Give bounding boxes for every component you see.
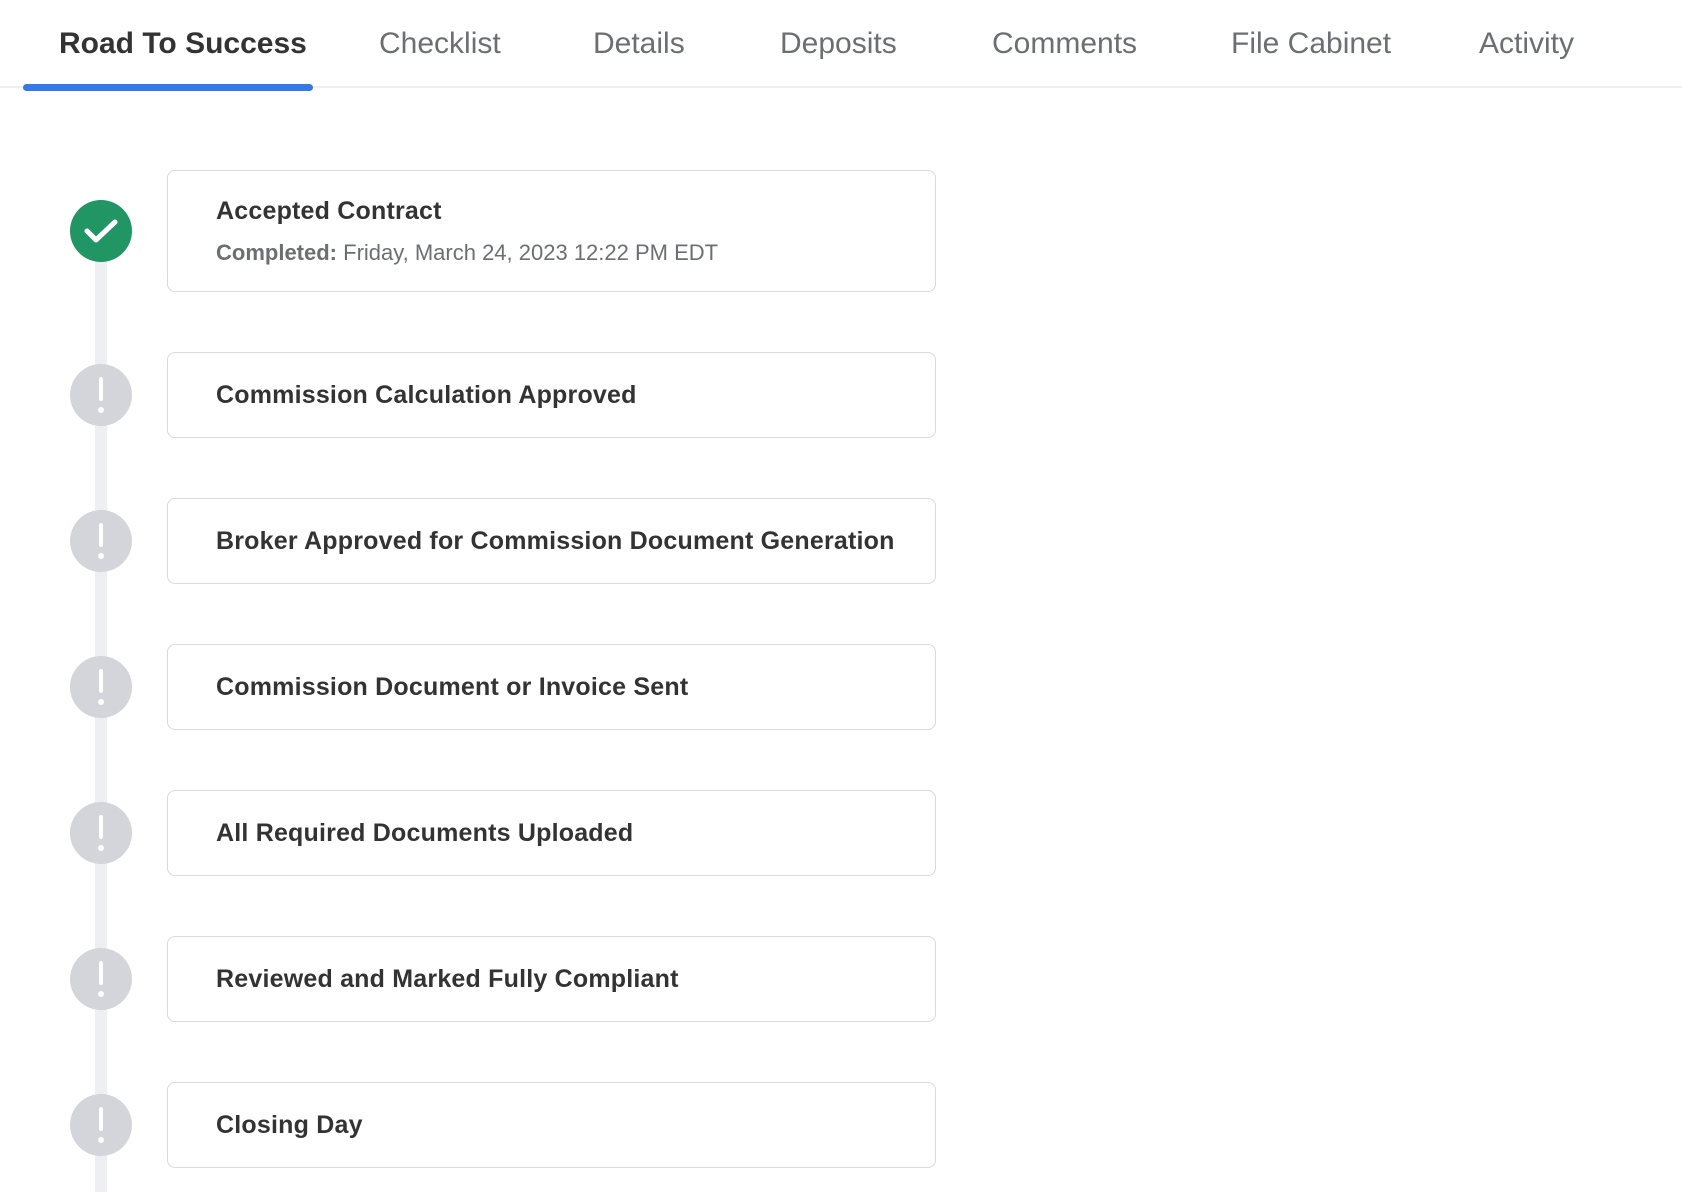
- tab-comments[interactable]: Comments: [992, 0, 1137, 88]
- step-title: Commission Calculation Approved: [216, 380, 637, 409]
- tab-details[interactable]: Details: [593, 0, 685, 88]
- step-card-closing-day[interactable]: Closing Day: [167, 1082, 936, 1168]
- step-title: Broker Approved for Commission Document …: [216, 526, 895, 555]
- exclamation-icon: [70, 1094, 132, 1156]
- step-card-all-documents-uploaded[interactable]: All Required Documents Uploaded: [167, 790, 936, 876]
- tab-file-cabinet[interactable]: File Cabinet: [1231, 0, 1391, 88]
- completed-label: Completed:: [216, 239, 337, 265]
- step-card-fully-compliant[interactable]: Reviewed and Marked Fully Compliant: [167, 936, 936, 1022]
- step-completed-date: Completed: Friday, March 24, 2023 12:22 …: [216, 240, 935, 266]
- step-title: Closing Day: [216, 1110, 363, 1139]
- tab-bar: Road To Success Checklist Details Deposi…: [0, 0, 1682, 91]
- step-card-commission-document-sent[interactable]: Commission Document or Invoice Sent: [167, 644, 936, 730]
- exclamation-icon: [70, 364, 132, 426]
- completed-value: Friday, March 24, 2023 12:22 PM EDT: [343, 239, 719, 265]
- check-icon: [70, 200, 132, 262]
- exclamation-icon: [70, 656, 132, 718]
- step-title: Reviewed and Marked Fully Compliant: [216, 964, 679, 993]
- step-title: Commission Document or Invoice Sent: [216, 672, 689, 701]
- active-tab-indicator: [23, 84, 313, 91]
- tab-activity[interactable]: Activity: [1479, 0, 1574, 88]
- tab-checklist[interactable]: Checklist: [379, 0, 501, 88]
- exclamation-icon: [70, 802, 132, 864]
- exclamation-icon: [70, 510, 132, 572]
- step-card-accepted-contract[interactable]: Accepted Contract Completed: Friday, Mar…: [167, 170, 936, 292]
- exclamation-icon: [70, 948, 132, 1010]
- step-title: Accepted Contract: [216, 196, 442, 225]
- tab-road-to-success[interactable]: Road To Success: [59, 0, 307, 88]
- tab-deposits[interactable]: Deposits: [780, 0, 897, 88]
- step-title: All Required Documents Uploaded: [216, 818, 634, 847]
- step-card-broker-approved[interactable]: Broker Approved for Commission Document …: [167, 498, 936, 584]
- step-card-commission-calculation-approved[interactable]: Commission Calculation Approved: [167, 352, 936, 438]
